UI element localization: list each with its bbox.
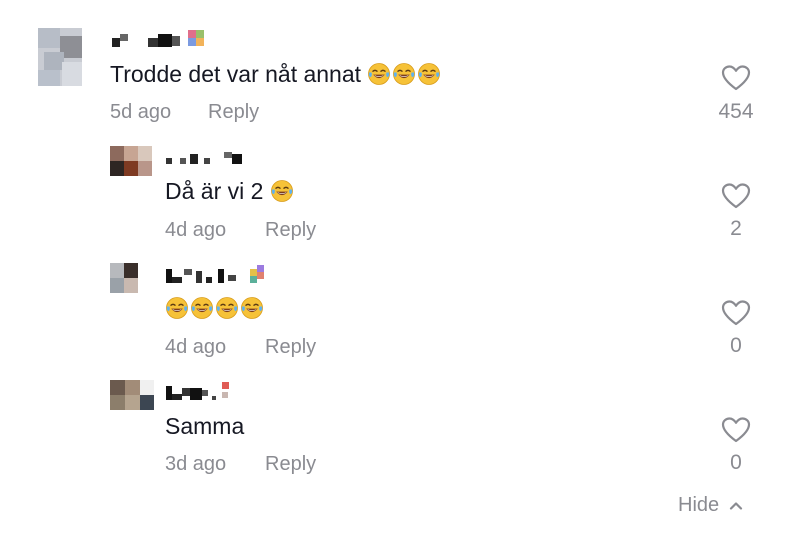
like-count: 0 xyxy=(730,334,742,357)
reply-button[interactable]: Reply xyxy=(265,453,316,476)
chevron-up-icon xyxy=(730,502,743,510)
face-with-tears-of-joy-emoji xyxy=(165,296,189,320)
comment-3: 4d ago Reply 0 xyxy=(0,257,800,374)
emoji-row xyxy=(165,295,265,321)
heart-icon[interactable] xyxy=(721,299,751,327)
avatar[interactable] xyxy=(38,28,82,86)
reply-button[interactable]: Reply xyxy=(265,219,316,242)
reply-button[interactable]: Reply xyxy=(265,336,316,359)
comment-text: Samma xyxy=(165,413,245,439)
avatar[interactable] xyxy=(110,146,152,176)
username-pixelated[interactable] xyxy=(166,265,276,283)
like-count: 2 xyxy=(730,217,742,240)
comment-text xyxy=(165,294,265,322)
comment-timestamp: 5d ago xyxy=(110,101,172,123)
avatar[interactable] xyxy=(110,263,138,293)
comment-timestamp: 4d ago xyxy=(165,336,227,358)
heart-icon[interactable] xyxy=(721,64,751,92)
face-with-tears-of-joy-emoji xyxy=(190,296,214,320)
avatar[interactable] xyxy=(110,380,154,410)
username-pixelated[interactable] xyxy=(166,148,256,166)
face-with-tears-of-joy-emoji xyxy=(367,62,391,86)
face-with-tears-of-joy-emoji xyxy=(270,179,294,203)
emoji-row xyxy=(367,61,442,87)
face-with-tears-of-joy-emoji xyxy=(392,62,416,86)
heart-icon[interactable] xyxy=(721,182,751,210)
comment-2: Då är vi 2 4d ago Reply 2 xyxy=(0,140,800,257)
like-count: 0 xyxy=(730,451,742,474)
comment-timestamp: 4d ago xyxy=(165,219,227,241)
face-with-tears-of-joy-emoji xyxy=(215,296,239,320)
reply-button[interactable]: Reply xyxy=(208,101,259,124)
username-pixelated[interactable] xyxy=(112,30,212,48)
like-count: 454 xyxy=(718,100,754,123)
hide-label: Hide xyxy=(678,494,720,516)
username-pixelated[interactable] xyxy=(166,382,246,400)
emoji-row xyxy=(270,178,295,204)
comment-1: Trodde det var nåt annat 5d ago Reply 45… xyxy=(0,0,800,140)
comment-timestamp: 3d ago xyxy=(165,453,227,475)
comment-text: Trodde det var nåt annat xyxy=(110,60,442,88)
face-with-tears-of-joy-emoji xyxy=(417,62,441,86)
face-with-tears-of-joy-emoji xyxy=(240,296,264,320)
comment-text: Då är vi 2 xyxy=(165,177,295,205)
heart-icon[interactable] xyxy=(721,416,751,444)
hide-replies-button[interactable]: Hide xyxy=(678,494,743,517)
comment-4: Samma 3d ago Reply 0 xyxy=(0,374,800,491)
